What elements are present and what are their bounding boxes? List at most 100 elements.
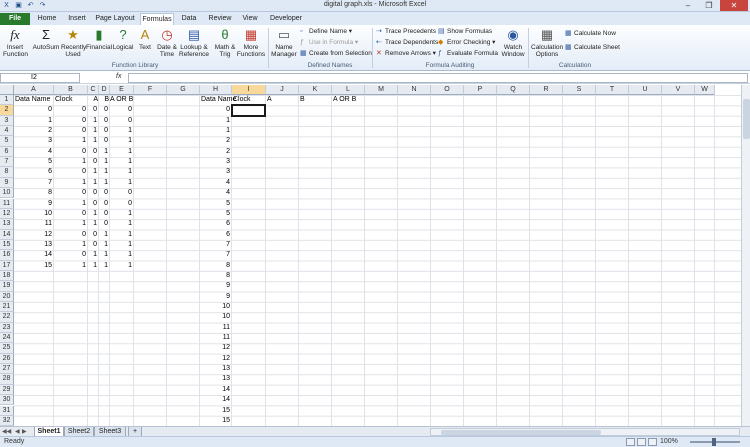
table-cell[interactable]: 1	[88, 167, 97, 177]
table-cell[interactable]: 1	[99, 250, 108, 260]
table-cell[interactable]: 0	[54, 105, 86, 115]
table-cell[interactable]: 0	[88, 240, 97, 250]
date-time-button[interactable]: ◷ Date & Time	[156, 27, 178, 58]
table-cell[interactable]: 0	[110, 188, 132, 198]
table-cell[interactable]: 0	[88, 157, 97, 167]
table-cell[interactable]: 13	[200, 374, 230, 384]
row-header-32[interactable]: 32	[0, 415, 14, 427]
name-box[interactable]: I2	[0, 73, 80, 83]
table-cell[interactable]: 1	[54, 136, 86, 146]
calculate-now-button[interactable]: ▦ Calculate Now	[565, 29, 616, 39]
table-cell[interactable]: 0	[99, 199, 108, 209]
row-header-17[interactable]: 17	[0, 260, 14, 271]
table-cell[interactable]: 1	[99, 230, 108, 240]
row-header-27[interactable]: 27	[0, 364, 14, 375]
calculation-options-button[interactable]: ▦ Calculation Options	[531, 27, 563, 58]
row-header-19[interactable]: 19	[0, 281, 14, 292]
tab-review[interactable]: Review	[206, 13, 234, 25]
row-header-9[interactable]: 9	[0, 177, 14, 189]
table-cell[interactable]: 13	[200, 364, 230, 374]
table-cell[interactable]: 1	[110, 157, 132, 167]
table-cell[interactable]: 0	[88, 199, 97, 209]
row-header-16[interactable]: 16	[0, 250, 14, 261]
row-header-11[interactable]: 11	[0, 198, 14, 209]
minimize-button[interactable]: –	[678, 0, 698, 11]
table-cell[interactable]: 15	[200, 406, 230, 416]
zoom-level[interactable]: 100%	[660, 438, 678, 445]
table-cell[interactable]: 1	[200, 116, 230, 126]
financial-button[interactable]: ▮ Financial	[86, 27, 112, 51]
more-functions-button[interactable]: ▦ More Functions	[236, 27, 266, 58]
column-header-w[interactable]: W	[695, 85, 715, 95]
row-header-30[interactable]: 30	[0, 395, 14, 406]
table-cell[interactable]: 0	[88, 230, 97, 240]
tab-insert[interactable]: Insert	[64, 13, 90, 25]
trace-dependents-button[interactable]: ⇠ Trace Dependents	[376, 38, 438, 48]
table-cell[interactable]: 1	[110, 178, 132, 188]
row-header-1[interactable]: 1	[0, 95, 14, 106]
table-cell[interactable]: 6	[200, 230, 230, 240]
table-cell[interactable]: 12	[200, 343, 230, 353]
column-header-v[interactable]: V	[662, 85, 695, 95]
tab-home[interactable]: Home	[34, 13, 60, 25]
formula-input[interactable]	[128, 73, 748, 83]
table-cell[interactable]: 1	[110, 240, 132, 250]
column-header-u[interactable]: U	[629, 85, 662, 95]
table-cell[interactable]: 15	[14, 261, 52, 271]
logical-button[interactable]: ? Logical	[112, 27, 134, 51]
table-cell[interactable]: 1	[88, 178, 97, 188]
zoom-slider[interactable]	[690, 438, 740, 446]
row-header-5[interactable]: 5	[0, 136, 14, 147]
table-cell[interactable]: 6	[14, 167, 52, 177]
cell-j1[interactable]: A	[267, 95, 298, 105]
table-cell[interactable]: 0	[54, 167, 86, 177]
column-header-i[interactable]: I	[232, 85, 266, 95]
column-header-p[interactable]: P	[464, 85, 497, 95]
cell-h1[interactable]: Data Name	[201, 95, 236, 105]
row-header-6[interactable]: 6	[0, 146, 14, 158]
cell-e1[interactable]: A OR B	[110, 95, 133, 105]
use-in-formula-button[interactable]: ƒ Use in Formula ▾	[300, 38, 358, 48]
table-cell[interactable]: 5	[200, 199, 230, 209]
table-cell[interactable]: 0	[110, 116, 132, 126]
row-header-3[interactable]: 3	[0, 115, 14, 127]
table-cell[interactable]: 0	[200, 105, 230, 115]
row-header-23[interactable]: 23	[0, 322, 14, 334]
table-cell[interactable]: 0	[88, 188, 97, 198]
cell-d1[interactable]: B	[99, 95, 109, 105]
worksheet-grid[interactable]: Data Name Clock A B A OR B Data Name Clock A B A …	[14, 95, 741, 426]
table-cell[interactable]: 0	[54, 147, 86, 157]
table-cell[interactable]: 4	[200, 188, 230, 198]
table-cell[interactable]: 1	[110, 230, 132, 240]
table-cell[interactable]: 1	[14, 116, 52, 126]
table-cell[interactable]: 1	[110, 261, 132, 271]
table-cell[interactable]: 10	[200, 302, 230, 312]
watch-window-button[interactable]: ◉ Watch Window	[500, 27, 526, 58]
cell-l1[interactable]: A OR B	[333, 95, 364, 105]
table-cell[interactable]: 5	[200, 209, 230, 219]
row-header-14[interactable]: 14	[0, 229, 14, 240]
table-cell[interactable]: 0	[88, 147, 97, 157]
tab-data[interactable]: Data	[178, 13, 200, 25]
column-header-d[interactable]: D	[99, 85, 110, 95]
active-cell-i2[interactable]	[231, 104, 266, 117]
page-layout-view-icon[interactable]	[637, 438, 646, 446]
table-cell[interactable]: 0	[99, 126, 108, 136]
lookup-reference-button[interactable]: ▤ Lookup & Reference	[178, 27, 210, 58]
table-cell[interactable]: 0	[99, 136, 108, 146]
remove-arrows-button[interactable]: ✕ Remove Arrows ▾	[376, 49, 436, 59]
table-cell[interactable]: 0	[99, 188, 108, 198]
row-header-26[interactable]: 26	[0, 353, 14, 365]
zoom-knob[interactable]	[712, 438, 716, 446]
column-header-t[interactable]: T	[596, 85, 629, 95]
table-cell[interactable]: 8	[200, 261, 230, 271]
table-cell[interactable]: 1	[88, 209, 97, 219]
column-header-n[interactable]: N	[398, 85, 431, 95]
row-header-29[interactable]: 29	[0, 384, 14, 396]
column-header-e[interactable]: E	[110, 85, 134, 95]
table-cell[interactable]: 10	[14, 209, 52, 219]
autosum-button[interactable]: Σ AutoSum	[32, 27, 60, 51]
table-cell[interactable]: 14	[14, 250, 52, 260]
table-cell[interactable]: 1	[99, 240, 108, 250]
row-header-8[interactable]: 8	[0, 167, 14, 178]
